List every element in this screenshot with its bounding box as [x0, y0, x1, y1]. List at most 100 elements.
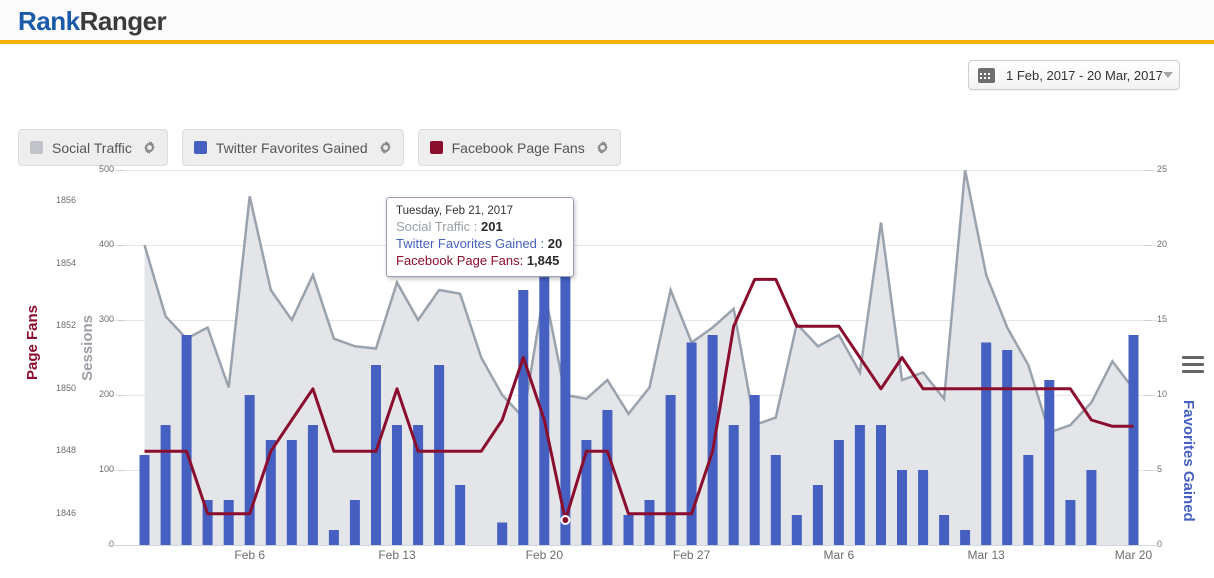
bar-twitter-favorites-gained[interactable]: [182, 335, 192, 545]
x-axis-line: [107, 545, 1159, 546]
y-tick-page-fans: 1850: [40, 383, 76, 393]
bar-twitter-favorites-gained[interactable]: [1002, 350, 1012, 545]
legend-item-social-traffic[interactable]: Social Traffic: [18, 129, 168, 166]
y-tick-favorites-gained: 20: [1157, 239, 1179, 249]
bar-twitter-favorites-gained[interactable]: [497, 523, 507, 546]
y-tick-sessions: 0: [88, 539, 114, 549]
tick-mark: [1145, 395, 1152, 396]
bar-twitter-favorites-gained[interactable]: [897, 470, 907, 545]
x-tick-label: Feb 20: [526, 548, 563, 562]
y-tick-page-fans: 1854: [40, 258, 76, 268]
tick-mark: [1145, 470, 1152, 471]
chart-series-svg: [134, 170, 1144, 545]
bar-twitter-favorites-gained[interactable]: [434, 365, 444, 545]
gear-icon[interactable]: [596, 141, 609, 154]
chart-plot-area: [134, 170, 1144, 545]
bar-twitter-favorites-gained[interactable]: [876, 425, 886, 545]
bar-twitter-favorites-gained[interactable]: [1086, 470, 1096, 545]
highlighted-data-point[interactable]: [561, 516, 569, 524]
bar-twitter-favorites-gained[interactable]: [140, 455, 150, 545]
bar-twitter-favorites-gained[interactable]: [855, 425, 865, 545]
tooltip-row-facebook-page-fans: Facebook Page Fans: 1,845: [396, 253, 564, 268]
bar-twitter-favorites-gained[interactable]: [624, 515, 634, 545]
y-tick-favorites-gained: 5: [1157, 464, 1179, 474]
bar-twitter-favorites-gained[interactable]: [518, 290, 528, 545]
legend-item-twitter-favorites-gained[interactable]: Twitter Favorites Gained: [182, 129, 404, 166]
logo-text-ranger: Ranger: [80, 6, 167, 36]
bar-twitter-favorites-gained[interactable]: [1023, 455, 1033, 545]
bar-twitter-favorites-gained[interactable]: [287, 440, 297, 545]
bar-twitter-favorites-gained[interactable]: [960, 530, 970, 545]
x-tick-label: Feb 27: [673, 548, 710, 562]
tooltip-row-twitter-favorites-gained: Twitter Favorites Gained : 20: [396, 236, 564, 251]
y-tick-page-fans: 1856: [40, 195, 76, 205]
tick-mark: [1145, 170, 1152, 171]
menu-bar-1: [1182, 356, 1204, 359]
bar-twitter-favorites-gained[interactable]: [729, 425, 739, 545]
bar-twitter-favorites-gained[interactable]: [602, 410, 612, 545]
bar-twitter-favorites-gained[interactable]: [455, 485, 465, 545]
y-tick-favorites-gained: 10: [1157, 389, 1179, 399]
bar-twitter-favorites-gained[interactable]: [392, 425, 402, 545]
bar-twitter-favorites-gained[interactable]: [539, 245, 549, 545]
bar-twitter-favorites-gained[interactable]: [834, 440, 844, 545]
bar-twitter-favorites-gained[interactable]: [813, 485, 823, 545]
tick-mark: [1145, 245, 1152, 246]
bar-twitter-favorites-gained[interactable]: [771, 455, 781, 545]
metric-legend: Social Traffic Twitter Favorites Gained …: [18, 129, 621, 166]
tick-mark: [118, 470, 125, 471]
tick-mark: [118, 245, 125, 246]
legend-item-facebook-page-fans[interactable]: Facebook Page Fans: [418, 129, 621, 166]
y-tick-sessions: 200: [88, 389, 114, 399]
bar-twitter-favorites-gained[interactable]: [939, 515, 949, 545]
menu-bar-3: [1182, 370, 1204, 373]
bar-twitter-favorites-gained[interactable]: [329, 530, 339, 545]
hamburger-menu-icon[interactable]: [1182, 356, 1204, 374]
y-tick-favorites-gained: 25: [1157, 164, 1179, 174]
y-tick-sessions: 400: [88, 239, 114, 249]
bar-twitter-favorites-gained[interactable]: [918, 470, 928, 545]
legend-label-twitter-favorites-gained: Twitter Favorites Gained: [216, 140, 368, 156]
social-metrics-chart: Page Fans Sessions Favorites Gained 0100…: [0, 170, 1214, 578]
bar-twitter-favorites-gained[interactable]: [224, 500, 234, 545]
tooltip-value-facebook-page-fans: 1,845: [527, 253, 560, 268]
calendar-icon: [978, 68, 995, 83]
bar-twitter-favorites-gained[interactable]: [645, 500, 655, 545]
bar-twitter-favorites-gained[interactable]: [792, 515, 802, 545]
tooltip-label-facebook-page-fans: Facebook Page Fans:: [396, 253, 527, 268]
bar-twitter-favorites-gained[interactable]: [308, 425, 318, 545]
bar-twitter-favorites-gained[interactable]: [371, 365, 381, 545]
tooltip-value-twitter-favorites-gained: 20: [548, 236, 562, 251]
tick-mark: [118, 170, 125, 171]
gear-icon[interactable]: [379, 141, 392, 154]
y-tick-favorites-gained: 15: [1157, 314, 1179, 324]
legend-swatch-social-traffic: [30, 141, 43, 154]
x-tick-label: Mar 13: [968, 548, 1005, 562]
x-tick-label: Mar 6: [824, 548, 855, 562]
bar-twitter-favorites-gained[interactable]: [1129, 335, 1139, 545]
tooltip-row-social-traffic: Social Traffic : 201: [396, 219, 564, 234]
bar-twitter-favorites-gained[interactable]: [666, 395, 676, 545]
bar-twitter-favorites-gained[interactable]: [708, 335, 718, 545]
y-tick-sessions: 500: [88, 164, 114, 174]
date-range-picker[interactable]: 1 Feb, 2017 - 20 Mar, 2017: [968, 60, 1180, 90]
gear-icon[interactable]: [143, 141, 156, 154]
legend-label-social-traffic: Social Traffic: [52, 140, 132, 156]
app-logo: RankRanger: [18, 6, 166, 37]
bar-twitter-favorites-gained[interactable]: [161, 425, 171, 545]
bar-twitter-favorites-gained[interactable]: [350, 500, 360, 545]
y-tick-sessions: 100: [88, 464, 114, 474]
logo-text-rank: Rank: [18, 6, 80, 36]
menu-bar-2: [1182, 363, 1204, 366]
bar-twitter-favorites-gained[interactable]: [981, 343, 991, 546]
bar-twitter-favorites-gained[interactable]: [245, 395, 255, 545]
y-tick-favorites-gained: 0: [1157, 539, 1179, 549]
chevron-down-icon[interactable]: [1163, 72, 1173, 78]
axis-title-page-fans: Page Fans: [24, 305, 41, 380]
bar-twitter-favorites-gained[interactable]: [750, 395, 760, 545]
tick-mark: [118, 320, 125, 321]
x-tick-label: Feb 13: [378, 548, 415, 562]
bar-twitter-favorites-gained[interactable]: [1065, 500, 1075, 545]
y-tick-sessions: 300: [88, 314, 114, 324]
bar-twitter-favorites-gained[interactable]: [1044, 380, 1054, 545]
